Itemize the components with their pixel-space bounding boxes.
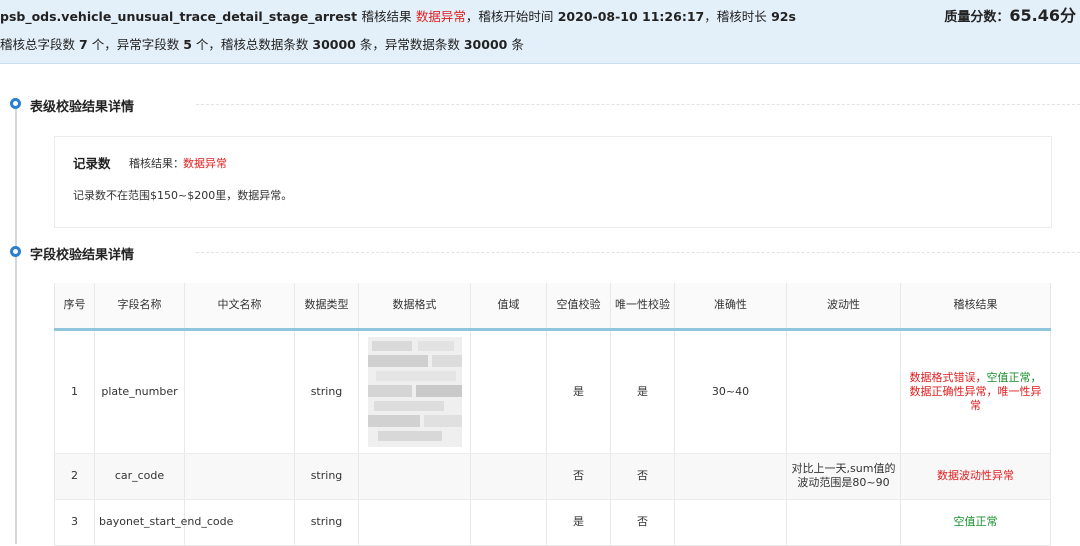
table-row[interactable]: 1 plate_number string 是 是 30~40 数据格式错误，空… [54,329,1051,454]
column-header[interactable]: 唯一性校验 [610,283,675,331]
audit-result-cell: 空值正常 [900,499,1051,546]
column-header[interactable]: 准确性 [674,283,787,331]
record-count-title: 记录数 [73,156,111,171]
counts-text: 个，稽核总数据条数 [195,37,309,52]
table-row[interactable]: 2 car_code string 否 否 对比上一天,sum值的波动范围是80… [54,453,1051,500]
audit-result-cell: 数据波动性异常 [900,453,1051,500]
audit-summary-header: psb_ods.vehicle_unusual_trace_detail_sta… [0,0,1080,64]
unique-check-cell: 否 [610,499,675,546]
volatility-cell [786,329,901,454]
format-cell [358,453,471,500]
counts-text: 稽核总字段数 [0,37,76,52]
cn-name-cell [184,453,295,500]
counts-text: 条 [511,37,524,52]
value-range-cell [470,453,547,500]
column-header[interactable]: 数据格式 [358,283,471,331]
counts-text: 条，异常数据条数 [359,37,460,52]
data-type-cell: string [294,453,359,500]
value-range-cell [470,329,547,454]
table-name: psb_ods.vehicle_unusual_trace_detail_sta… [0,9,358,24]
field-result-table: 序号 字段名称 中文名称 数据类型 数据格式 值域 空值校验 唯一性校验 准确性… [54,283,1051,546]
total-fields: 7 [79,37,88,52]
audit-summary-line: psb_ods.vehicle_unusual_trace_detail_sta… [0,6,796,25]
row-index: 3 [54,499,95,546]
column-header[interactable]: 序号 [54,283,95,331]
audit-result-part: 空值正常 [953,515,998,528]
accuracy-cell: 30~40 [674,329,787,454]
field-level-section-title: 字段校验结果详情 [30,248,135,263]
accuracy-cell [674,499,787,546]
null-check-cell: 否 [546,453,611,500]
record-description: 记录数不在范围$150~$200里，数据异常。 [73,189,293,202]
field-name-cell: plate_number [94,329,185,454]
unique-check-cell: 是 [610,329,675,454]
timeline-dot-icon [10,246,21,257]
quality-score: 质量分数：65.46分 [944,2,1076,26]
audit-result-cell: 数据格式错误，空值正常，数据正确性异常，唯一性异常 [900,329,1051,454]
audit-result-part: 空值正常， [986,370,1042,384]
row-index: 2 [54,453,95,500]
section-divider [196,252,1080,253]
field-name-cell: car_code [94,453,185,500]
format-cell [358,499,471,546]
section-divider [196,104,1080,105]
audit-result-part: 数据正确性异常，唯一性异常 [909,384,1042,412]
record-result-value: 数据异常 [183,157,227,170]
record-count-card: 记录数 稽核结果： 数据异常 记录数不在范围$150~$200里，数据异常。 [54,136,1052,228]
audit-result-part: 数据波动性异常 [937,469,1014,482]
unique-check-cell: 否 [610,453,675,500]
duration: 92s [771,9,796,24]
column-header[interactable]: 值域 [470,283,547,331]
column-header[interactable]: 中文名称 [184,283,295,331]
accuracy-cell [674,453,787,500]
volatility-cell [786,499,901,546]
column-header[interactable]: 稽核结果 [900,283,1051,331]
duration-label: ，稽核时长 [704,9,767,24]
row-index: 1 [54,329,95,454]
audit-result-part: 数据格式错误， [909,370,987,384]
score-value: 65.46分 [1009,6,1076,25]
data-type-cell: string [294,499,359,546]
start-time-label: ，稽核开始时间 [465,9,554,24]
record-result-label: 稽核结果： [129,157,184,170]
table-row[interactable]: 3 bayonet_start_end_code string 是 否 空值正常 [54,499,1051,546]
audit-counts-line: 稽核总字段数 7 个，异常字段数 5 个，稽核总数据条数 30000 条，异常数… [0,34,524,53]
total-records: 30000 [312,37,356,52]
column-header[interactable]: 空值校验 [546,283,611,331]
column-header[interactable]: 字段名称 [94,283,185,331]
redacted-format-image [367,336,462,447]
abnormal-records: 30000 [463,37,508,52]
result-label: 稽核结果 [361,9,412,24]
column-header[interactable]: 波动性 [786,283,901,331]
field-result-table-wrapper: 序号 字段名称 中文名称 数据类型 数据格式 值域 空值校验 唯一性校验 准确性… [54,283,1051,546]
value-range-cell [470,499,547,546]
cn-name-cell [184,329,295,454]
null-check-cell: 是 [546,329,611,454]
data-type-cell: string [294,329,359,454]
table-header-row: 序号 字段名称 中文名称 数据类型 数据格式 值域 空值校验 唯一性校验 准确性… [54,283,1051,331]
field-name-cell: bayonet_start_end_code [94,499,233,546]
score-label: 质量分数： [944,10,1010,25]
column-header[interactable]: 数据类型 [294,283,359,331]
result-value: 数据异常 [415,9,466,24]
null-check-cell: 是 [546,499,611,546]
counts-text: 个，异常字段数 [91,37,180,52]
format-cell [358,329,471,454]
table-level-section-title: 表级校验结果详情 [30,100,135,115]
timeline-line [15,108,17,544]
volatility-cell: 对比上一天,sum值的波动范围是80~90 [786,453,901,500]
abnormal-fields: 5 [183,37,192,52]
timeline-dot-icon [10,98,21,109]
start-time: 2020-08-10 11:26:17 [557,9,705,24]
